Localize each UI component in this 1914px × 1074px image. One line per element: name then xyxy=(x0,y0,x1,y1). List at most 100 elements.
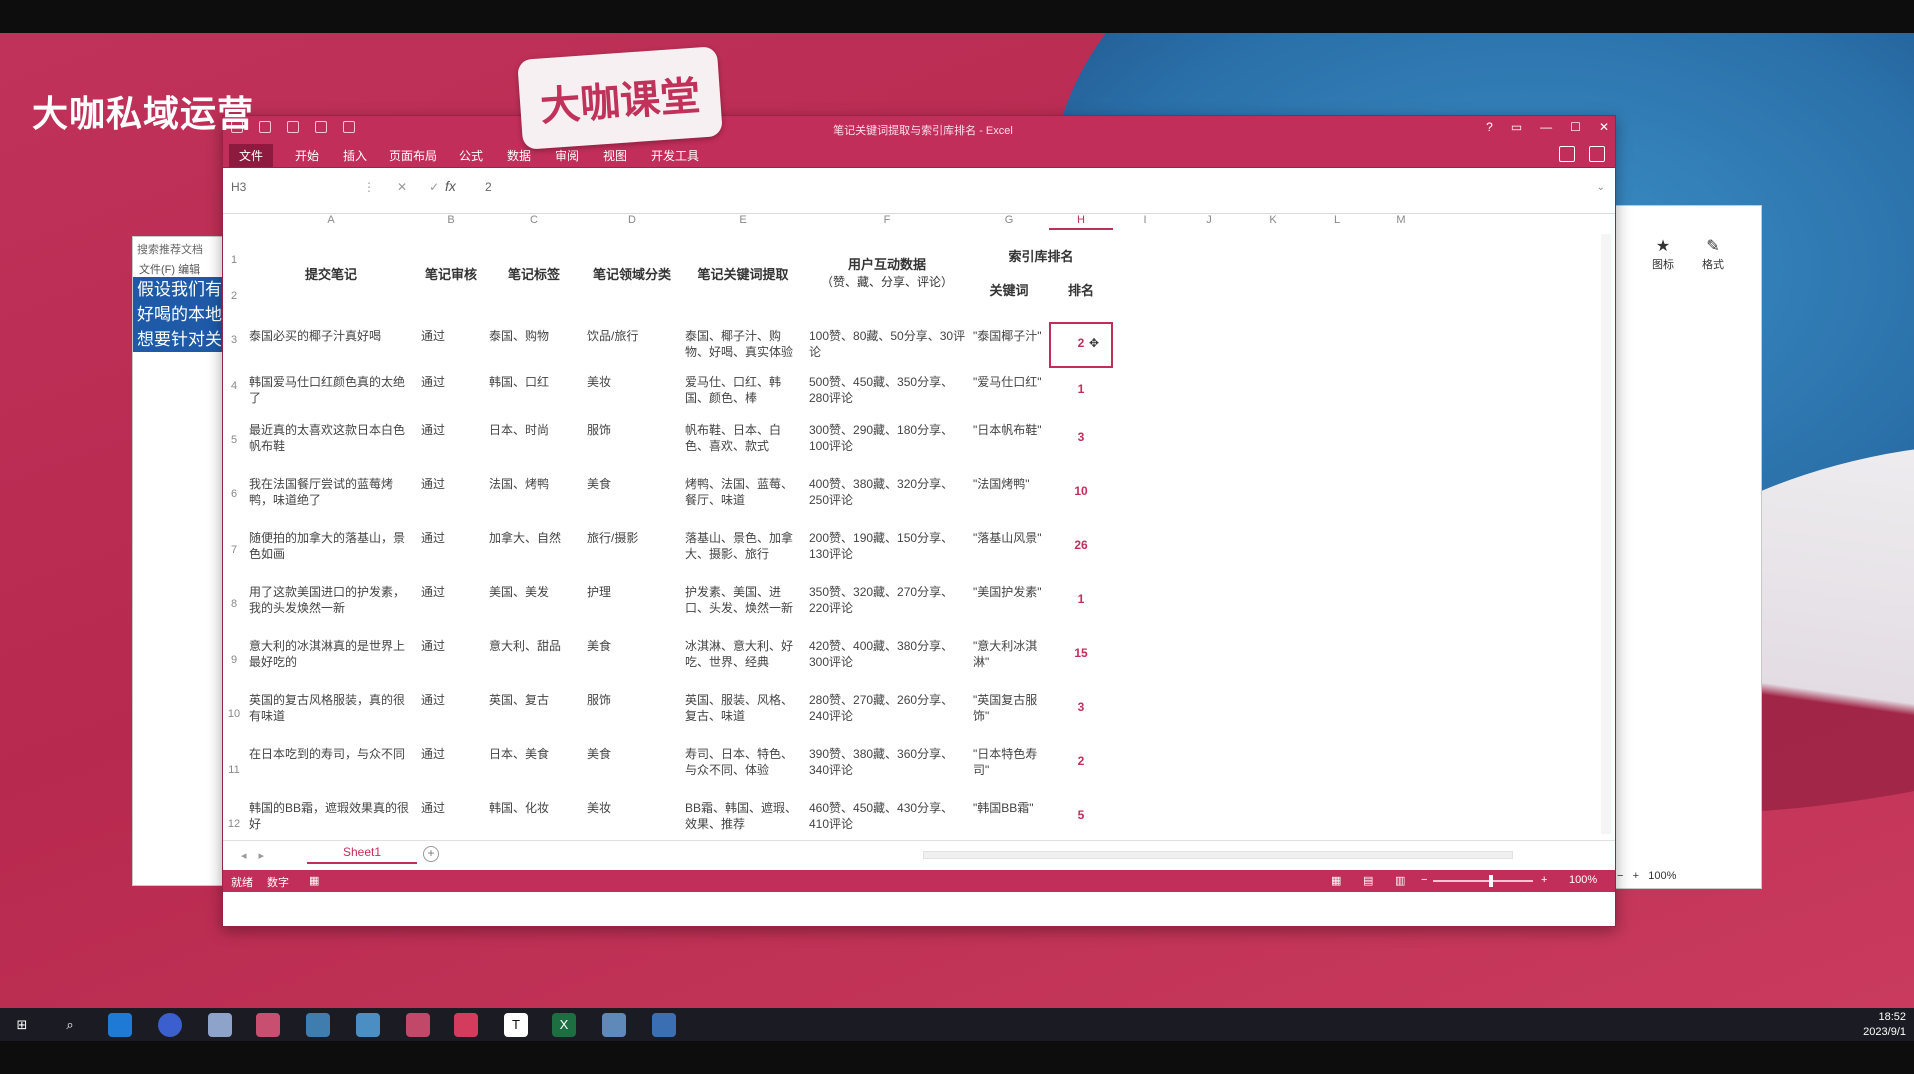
right-window-zoom[interactable]: − + 100% xyxy=(1617,870,1676,882)
cell-a-row-6[interactable]: 我在法国餐厅尝试的蓝莓烤鸭，味道绝了 xyxy=(249,476,413,510)
cell-c-row-7[interactable]: 加拿大、自然 xyxy=(489,530,579,564)
cell-b-row-7[interactable]: 通过 xyxy=(421,530,481,564)
print-preview-icon[interactable] xyxy=(343,121,355,133)
column-header-a[interactable]: A xyxy=(245,214,417,230)
row-header-8[interactable]: 8 xyxy=(225,598,243,610)
add-sheet-icon[interactable]: + xyxy=(423,846,439,862)
header-note-category[interactable]: 笔记领域分类 xyxy=(583,266,681,283)
column-header-g[interactable]: G xyxy=(969,214,1049,230)
tab-formulas[interactable]: 公式 xyxy=(459,147,483,164)
minimize-icon[interactable]: — xyxy=(1540,120,1552,134)
cell-b-row-4[interactable]: 通过 xyxy=(421,374,481,408)
cell-h-row-6[interactable]: 10 xyxy=(1049,476,1113,510)
excel-window[interactable]: 笔记关键词提取与索引库排名 - Excel ? ▭ — ☐ ✕ 文件 开始 插入… xyxy=(222,115,1616,927)
prev-sheet-icon[interactable]: ◂ xyxy=(241,849,247,862)
column-header-c[interactable]: C xyxy=(485,214,583,230)
cell-a-row-11[interactable]: 在日本吃到的寿司，与众不同 xyxy=(249,746,413,780)
cell-a-row-9[interactable]: 意大利的冰淇淋真的是世界上最好吃的 xyxy=(249,638,413,672)
column-header-m[interactable]: M xyxy=(1369,214,1433,230)
row-header-6[interactable]: 6 xyxy=(225,488,243,500)
pdf-reader-icon[interactable] xyxy=(256,1013,280,1037)
header-user-interaction[interactable]: 用户互动数据 xyxy=(805,256,969,273)
cell-f-row-8[interactable]: 350赞、320藏、270分享、220评论 xyxy=(809,584,969,618)
row-header-3[interactable]: 3 xyxy=(225,334,243,346)
zoom-slider-knob[interactable] xyxy=(1489,875,1493,887)
cell-h-row-5[interactable]: 3 xyxy=(1049,422,1113,456)
file-explorer-icon[interactable] xyxy=(208,1013,232,1037)
icon-button[interactable]: ★ 图标 xyxy=(1643,236,1683,272)
warning-icon[interactable] xyxy=(1559,146,1575,162)
header-note-review[interactable]: 笔记审核 xyxy=(417,266,485,283)
row-header-12[interactable]: 12 xyxy=(225,818,243,830)
cell-f-row-3[interactable]: 100赞、80藏、50分享、30评论 xyxy=(809,328,969,362)
cell-f-row-11[interactable]: 390赞、380藏、360分享、340评论 xyxy=(809,746,969,780)
help-icon[interactable]: ? xyxy=(1486,120,1493,134)
cell-f-row-12[interactable]: 460赞、450藏、430分享、410评论 xyxy=(809,800,969,834)
format-button[interactable]: ✎ 格式 xyxy=(1693,236,1733,272)
cell-g-row-12[interactable]: "韩国BB霜" xyxy=(973,800,1049,834)
tab-page-layout[interactable]: 页面布局 xyxy=(389,147,437,164)
tab-insert[interactable]: 插入 xyxy=(343,147,367,164)
header-index-ranking[interactable]: 索引库排名 xyxy=(969,248,1113,265)
keyboard-app-icon[interactable] xyxy=(602,1013,626,1037)
cell-g-row-11[interactable]: "日本特色寿司" xyxy=(973,746,1049,780)
cell-f-row-9[interactable]: 420赞、400藏、380分享、300评论 xyxy=(809,638,969,672)
cell-h-row-3[interactable]: 2 xyxy=(1049,328,1113,362)
save-icon[interactable] xyxy=(259,121,271,133)
cell-a-row-7[interactable]: 随便拍的加拿大的落基山，景色如画 xyxy=(249,530,413,564)
cell-e-row-7[interactable]: 落基山、景色、加拿大、摄影、旅行 xyxy=(685,530,803,564)
cell-e-row-8[interactable]: 护发素、美国、进口、头发、焕然一新 xyxy=(685,584,803,618)
typora-icon[interactable]: T xyxy=(504,1013,528,1037)
cell-e-row-12[interactable]: BB霜、韩国、遮瑕、效果、推荐 xyxy=(685,800,803,834)
name-box[interactable]: H3 xyxy=(231,180,321,194)
cell-e-row-9[interactable]: 冰淇淋、意大利、好吃、世界、经典 xyxy=(685,638,803,672)
cell-f-row-5[interactable]: 300赞、290藏、180分享、100评论 xyxy=(809,422,969,456)
cell-d-row-3[interactable]: 饮品/旅行 xyxy=(587,328,677,362)
normal-view-icon[interactable]: ▦ xyxy=(1331,874,1341,887)
image-viewer-icon[interactable] xyxy=(306,1013,330,1037)
tab-view[interactable]: 视图 xyxy=(603,147,627,164)
cell-a-row-3[interactable]: 泰国必买的椰子汁真好喝 xyxy=(249,328,413,362)
cell-d-row-7[interactable]: 旅行/摄影 xyxy=(587,530,677,564)
expand-formula-icon[interactable]: ⌄ xyxy=(1597,182,1605,193)
cell-c-row-9[interactable]: 意大利、甜品 xyxy=(489,638,579,672)
tab-home[interactable]: 开始 xyxy=(295,147,319,164)
cell-d-row-6[interactable]: 美食 xyxy=(587,476,677,510)
cancel-icon[interactable]: ✕ xyxy=(397,180,407,194)
network-app-icon[interactable] xyxy=(356,1013,380,1037)
row-header-7[interactable]: 7 xyxy=(225,544,243,556)
cell-f-row-10[interactable]: 280赞、270藏、260分享、240评论 xyxy=(809,692,969,726)
cell-a-row-12[interactable]: 韩国的BB霜，遮瑕效果真的很好 xyxy=(249,800,413,834)
row-header-4[interactable]: 4 xyxy=(225,380,243,392)
close-icon[interactable]: ✕ xyxy=(1599,120,1609,134)
header-submit-note[interactable]: 提交笔记 xyxy=(245,266,417,283)
column-header-f[interactable]: F xyxy=(805,214,969,230)
redo-icon[interactable] xyxy=(315,121,327,133)
cell-d-row-4[interactable]: 美妆 xyxy=(587,374,677,408)
header-keyword-extraction[interactable]: 笔记关键词提取 xyxy=(681,266,805,283)
cell-h-row-8[interactable]: 1 xyxy=(1049,584,1113,618)
cell-c-row-12[interactable]: 韩国、化妆 xyxy=(489,800,579,834)
tab-developer[interactable]: 开发工具 xyxy=(651,147,699,164)
zoom-out-button[interactable]: − xyxy=(1421,874,1427,886)
ribbon-display-icon[interactable]: ▭ xyxy=(1511,120,1522,134)
cell-b-row-6[interactable]: 通过 xyxy=(421,476,481,510)
edge-browser-icon[interactable] xyxy=(108,1013,132,1037)
vertical-scrollbar[interactable] xyxy=(1601,234,1611,834)
horizontal-scrollbar[interactable] xyxy=(923,851,1513,859)
cell-c-row-5[interactable]: 日本、时尚 xyxy=(489,422,579,456)
zoom-slider[interactable] xyxy=(1433,880,1533,882)
macro-record-icon[interactable]: ▦ xyxy=(309,874,319,887)
zoom-in-icon[interactable]: + xyxy=(1633,870,1639,882)
maximize-icon[interactable]: ☐ xyxy=(1570,120,1581,134)
column-header-h[interactable]: H xyxy=(1049,214,1113,230)
cell-a-row-10[interactable]: 英国的复古风格服装，真的很有味道 xyxy=(249,692,413,726)
page-layout-view-icon[interactable]: ▤ xyxy=(1363,874,1373,887)
notes-app-icon[interactable] xyxy=(454,1013,478,1037)
cell-h-row-11[interactable]: 2 xyxy=(1049,746,1113,780)
cell-e-row-3[interactable]: 泰国、椰子汁、购物、好喝、真实体验 xyxy=(685,328,803,362)
tab-file[interactable]: 文件 xyxy=(229,144,274,167)
row-header-1[interactable]: 1 xyxy=(225,254,243,266)
cell-g-row-7[interactable]: "落基山风景" xyxy=(973,530,1049,564)
cell-b-row-8[interactable]: 通过 xyxy=(421,584,481,618)
